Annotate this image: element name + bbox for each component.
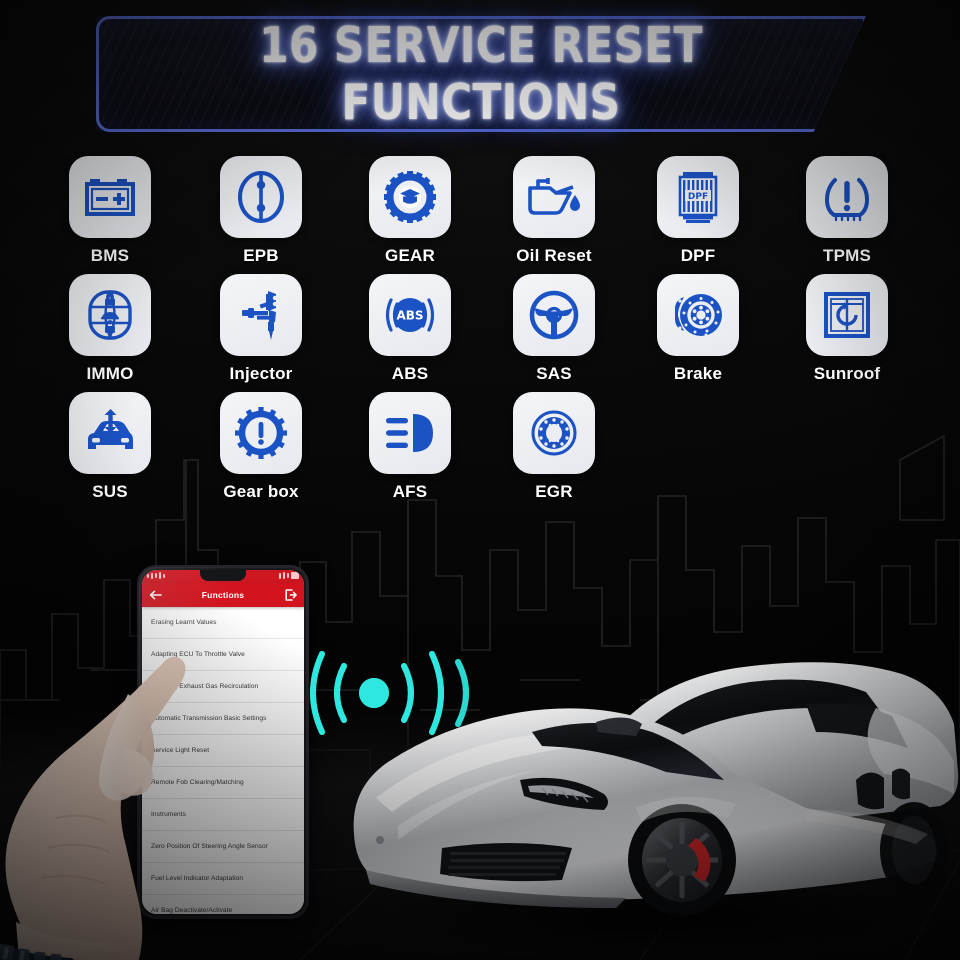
headlight-icon bbox=[386, 414, 433, 452]
tile bbox=[69, 274, 151, 356]
function-label: EGR bbox=[535, 482, 573, 501]
tile bbox=[513, 156, 595, 238]
phone-app-bar: Functions bbox=[142, 583, 304, 607]
function-item-oil-reset[interactable]: Oil Reset bbox=[489, 156, 619, 266]
tile bbox=[369, 156, 451, 238]
dpf-filter-icon: DPF bbox=[678, 172, 718, 223]
page-title: 16 SERVICE RESET FUNCTIONS bbox=[259, 17, 703, 131]
phone-notch bbox=[200, 570, 246, 581]
function-label: Sunroof bbox=[813, 364, 881, 383]
function-item-gear-box[interactable]: Gear box bbox=[196, 392, 326, 502]
wireless-signal-overlay bbox=[310, 651, 469, 735]
tile bbox=[806, 274, 888, 356]
grid-row: BMS EPB GEAR Oil Reset DPF DPF TPMS bbox=[0, 156, 960, 274]
tile bbox=[220, 156, 302, 238]
function-item-tpms[interactable]: TPMS bbox=[782, 156, 912, 266]
status-bar-right-icons bbox=[279, 572, 299, 579]
steering-wheel-icon bbox=[529, 290, 579, 340]
function-item-sas[interactable]: SAS bbox=[489, 274, 619, 384]
immobilizer-key-icon bbox=[88, 290, 132, 340]
phone-status-bar bbox=[142, 570, 304, 583]
function-label: Gear box bbox=[223, 482, 299, 501]
hand-holding-phone bbox=[0, 656, 186, 960]
tile bbox=[69, 392, 151, 474]
function-item-afs[interactable]: AFS bbox=[345, 392, 475, 502]
oil-can-icon bbox=[528, 178, 580, 215]
function-label: SAS bbox=[536, 364, 572, 383]
function-label: Injector bbox=[229, 364, 293, 383]
function-item-brake[interactable]: Brake bbox=[633, 274, 763, 384]
tile bbox=[657, 274, 739, 356]
battery-icon bbox=[85, 179, 135, 216]
egr-valve-icon bbox=[531, 410, 577, 456]
exit-icon[interactable] bbox=[285, 589, 297, 601]
function-label: ABS bbox=[391, 364, 429, 383]
function-item-immo[interactable]: IMMO bbox=[45, 274, 175, 384]
gear-learn-icon bbox=[384, 171, 436, 223]
function-label: AFS bbox=[392, 482, 428, 501]
function-item-epb[interactable]: EPB bbox=[196, 156, 326, 266]
brake-disc-caliper-icon bbox=[675, 294, 722, 337]
function-item-gear[interactable]: GEAR bbox=[345, 156, 475, 266]
sunroof-icon bbox=[824, 292, 870, 338]
suspension-car-icon bbox=[88, 409, 133, 449]
tire-pressure-icon bbox=[824, 178, 870, 222]
function-label: Oil Reset bbox=[516, 246, 592, 265]
list-item[interactable]: Erasing Learnt Values bbox=[142, 607, 304, 639]
function-label: SUS bbox=[92, 482, 128, 501]
tile: DPF bbox=[657, 156, 739, 238]
function-label: EPB bbox=[243, 246, 279, 265]
grid-row: SUS Gear box AFS EGR bbox=[0, 392, 960, 510]
tile bbox=[220, 274, 302, 356]
fuel-injector-icon bbox=[242, 291, 278, 340]
function-item-sus[interactable]: SUS bbox=[45, 392, 175, 502]
function-item-injector[interactable]: Injector bbox=[196, 274, 326, 384]
grid-row: IMMO Injector ABS ABS SAS Brake Sunroof bbox=[0, 274, 960, 392]
function-item-bms[interactable]: BMS bbox=[45, 156, 175, 266]
tile bbox=[220, 392, 302, 474]
function-label: GEAR bbox=[385, 246, 435, 265]
function-label: DPF bbox=[680, 246, 716, 265]
function-label: IMMO bbox=[86, 364, 134, 383]
tile bbox=[513, 392, 595, 474]
promo-image: 16 SERVICE RESET FUNCTIONS BMS EPB GEAR … bbox=[0, 0, 960, 960]
tile bbox=[806, 156, 888, 238]
tile: ABS bbox=[369, 274, 451, 356]
phone-screen-title: Functions bbox=[201, 590, 245, 600]
service-functions-grid: BMS EPB GEAR Oil Reset DPF DPF TPMS IMMO… bbox=[0, 156, 960, 510]
back-arrow-icon[interactable] bbox=[149, 590, 162, 601]
tile bbox=[369, 392, 451, 474]
function-item-dpf[interactable]: DPF DPF bbox=[633, 156, 763, 266]
tile bbox=[69, 156, 151, 238]
gearbox-warning-icon bbox=[235, 407, 287, 459]
abs-icon: ABS bbox=[385, 298, 435, 332]
tile bbox=[513, 274, 595, 356]
function-item-abs[interactable]: ABS ABS bbox=[345, 274, 475, 384]
svg-text:ABS: ABS bbox=[396, 309, 423, 323]
function-item-egr[interactable]: EGR bbox=[489, 392, 619, 502]
svg-text:DPF: DPF bbox=[688, 192, 708, 202]
title-banner: 16 SERVICE RESET FUNCTIONS bbox=[88, 10, 874, 138]
function-label: TPMS bbox=[822, 246, 872, 265]
function-label: BMS bbox=[90, 246, 130, 265]
electronic-parking-brake-icon bbox=[238, 171, 284, 223]
status-bar-left-icons bbox=[147, 572, 165, 579]
function-item-sunroof[interactable]: Sunroof bbox=[782, 274, 912, 384]
function-label: Brake bbox=[673, 364, 723, 383]
